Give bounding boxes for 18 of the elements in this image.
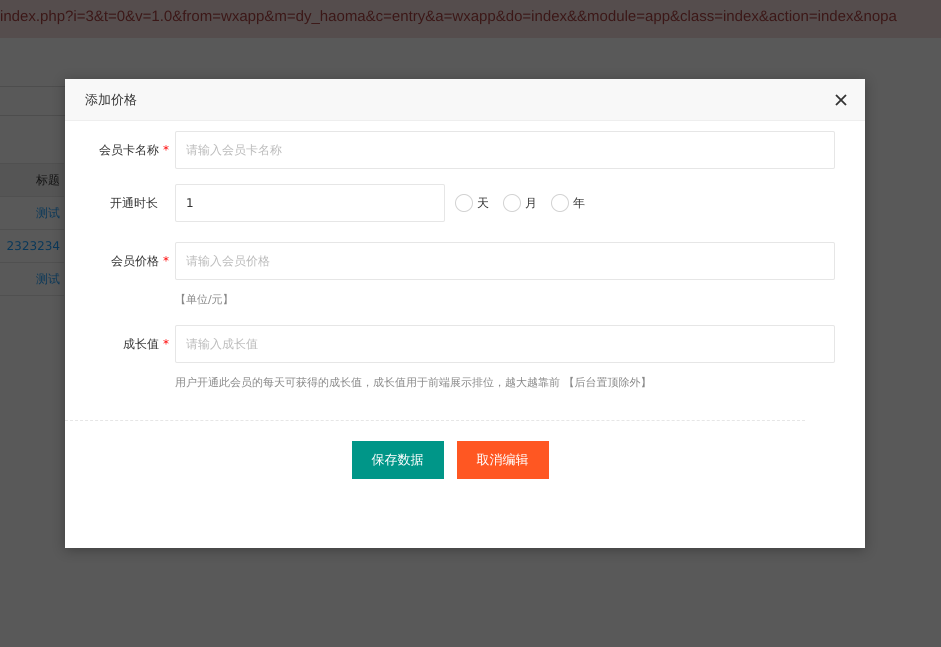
column-header: 标题 (0, 164, 64, 197)
dialog-title: 添加价格 (85, 92, 137, 108)
field-hint: 用户开通此会员的每天可获得的成长值，成长值用于前端展示排位，越大越靠前 【后台置顶除外】 (175, 375, 652, 390)
input-field[interactable]: 1 (175, 184, 445, 222)
field-label: 会员卡名称 (99, 142, 159, 158)
required-mark: * (163, 337, 169, 351)
field-hint: 【单位/元】 (175, 292, 235, 307)
close-button[interactable] (833, 92, 849, 108)
save-button[interactable]: 保存数据 (352, 441, 444, 479)
field-label: 会员价格 (111, 252, 159, 270)
input-field[interactable]: 请输入成长值 (175, 325, 835, 363)
input-field[interactable]: 请输入会员卡名称 (175, 131, 835, 169)
required-mark: * (163, 254, 169, 268)
field-label: 开通时长 (110, 194, 158, 212)
required-mark: * (163, 143, 169, 157)
input-field[interactable]: 请输入会员价格 (175, 242, 835, 280)
field-label: 成长值 (123, 336, 159, 352)
close-icon (833, 92, 849, 108)
